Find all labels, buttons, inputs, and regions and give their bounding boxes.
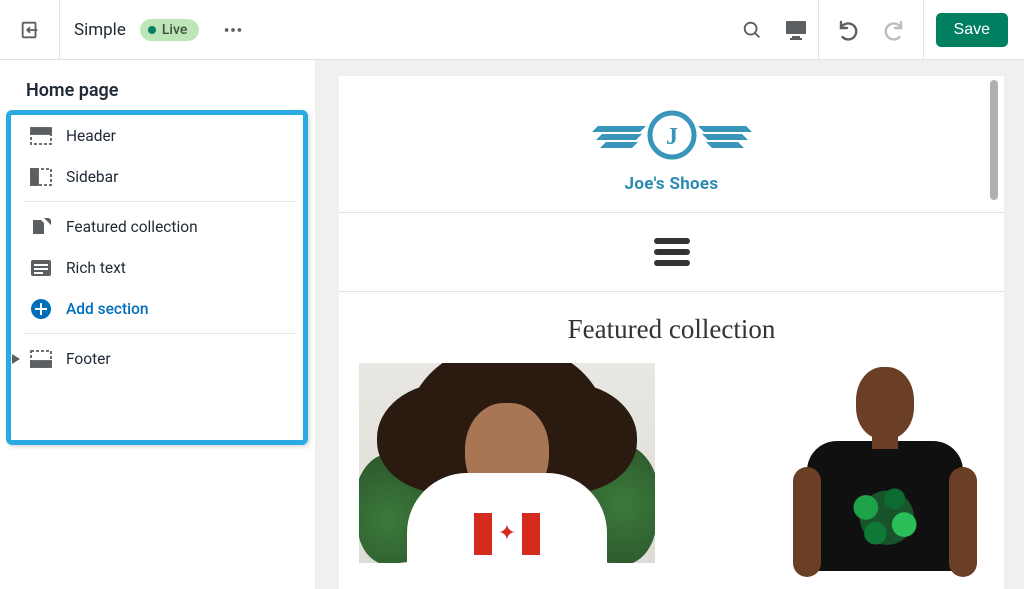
- store-header: J Joe's Shoes: [339, 76, 1004, 212]
- store-name[interactable]: Joe's Shoes: [625, 174, 719, 194]
- section-item-header[interactable]: Header: [0, 115, 315, 156]
- section-item-sidebar[interactable]: Sidebar: [0, 156, 315, 197]
- featured-collection-grid: ✦: [339, 363, 1004, 563]
- status-label: Live: [162, 22, 187, 38]
- add-section-button[interactable]: Add section: [0, 288, 315, 329]
- rich-text-icon: [30, 257, 52, 279]
- footer-section-icon: [30, 348, 52, 370]
- exit-editor-button[interactable]: [0, 0, 60, 59]
- section-item-label: Sidebar: [66, 168, 118, 186]
- featured-collection-title: Featured collection: [339, 314, 1004, 345]
- theme-status-badge: Live: [140, 19, 199, 41]
- section-item-rich-text[interactable]: Rich text: [0, 247, 315, 288]
- product-image: ✦: [359, 363, 655, 563]
- menu-toggle-button[interactable]: [654, 238, 690, 266]
- editor-topbar: Simple Live: [0, 0, 1024, 60]
- exit-icon: [19, 19, 41, 41]
- save-button[interactable]: Save: [936, 13, 1008, 47]
- editor-main: Home page Header Sidebar: [0, 60, 1024, 589]
- collection-icon: [30, 216, 52, 238]
- page-title: Home page: [0, 60, 315, 115]
- search-button[interactable]: [730, 8, 774, 52]
- sidebar-section-icon: [30, 166, 52, 188]
- status-dot-icon: [148, 26, 156, 34]
- section-item-label: Header: [66, 127, 116, 145]
- section-divider: [24, 201, 295, 202]
- section-divider: [24, 333, 295, 334]
- viewport-desktop-button[interactable]: [774, 8, 818, 52]
- redo-icon: [881, 18, 905, 42]
- section-item-label: Rich text: [66, 259, 126, 277]
- redo-button[interactable]: [871, 8, 915, 52]
- desktop-icon: [784, 19, 808, 41]
- product-card[interactable]: ✦: [359, 363, 655, 563]
- logo-letter: J: [666, 124, 678, 150]
- header-section-icon: [30, 125, 52, 147]
- storefront-preview[interactable]: J Joe's Shoes Featured collection: [339, 76, 1004, 589]
- undo-icon: [837, 18, 861, 42]
- hamburger-icon: [654, 238, 690, 244]
- section-item-label: Footer: [66, 350, 111, 368]
- history-group: [818, 0, 924, 59]
- plus-circle-icon: [30, 298, 52, 320]
- dots-horizontal-icon: [222, 19, 244, 41]
- section-item-featured-collection[interactable]: Featured collection: [0, 206, 315, 247]
- preview-area: J Joe's Shoes Featured collection: [315, 60, 1024, 589]
- theme-name: Simple: [60, 20, 140, 40]
- store-nav: [339, 212, 1004, 292]
- section-item-label: Add section: [66, 300, 149, 318]
- store-logo-icon: J: [592, 104, 752, 166]
- search-icon: [741, 19, 763, 41]
- preview-scrollbar[interactable]: [990, 80, 998, 200]
- undo-button[interactable]: [827, 8, 871, 52]
- expand-caret-icon[interactable]: [12, 350, 20, 368]
- product-image: [795, 363, 975, 563]
- more-actions-button[interactable]: [215, 12, 251, 48]
- section-item-label: Featured collection: [66, 218, 198, 236]
- product-card[interactable]: [785, 363, 984, 563]
- section-item-footer[interactable]: Footer: [0, 338, 315, 379]
- section-list-panel: Home page Header Sidebar: [0, 60, 315, 589]
